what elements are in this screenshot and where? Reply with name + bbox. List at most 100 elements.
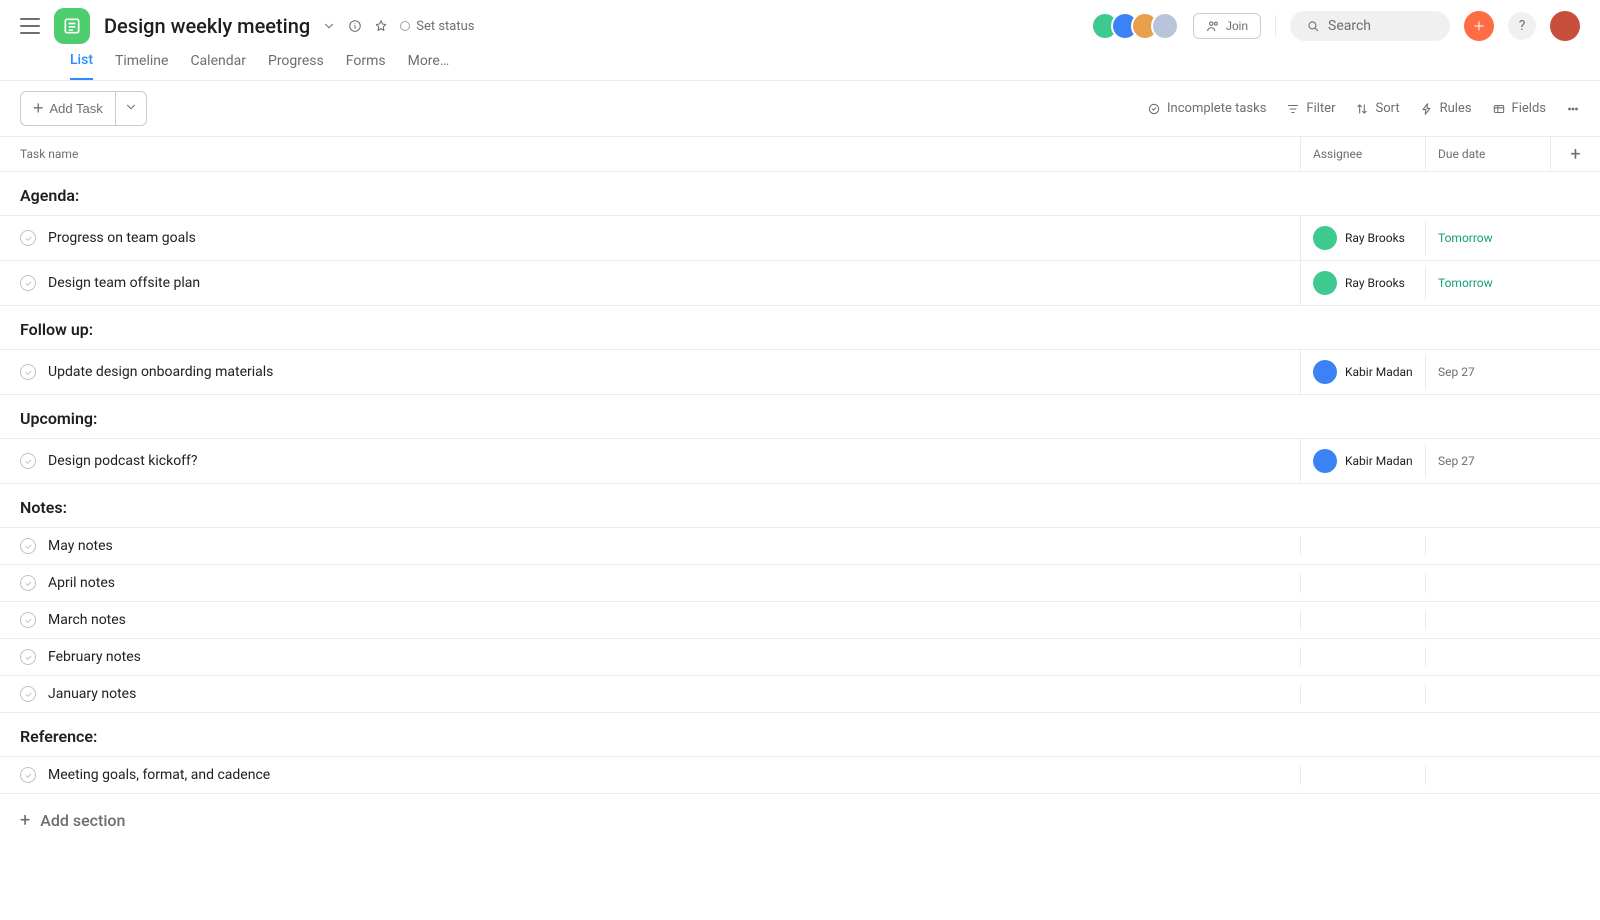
help-button[interactable]: ? (1508, 12, 1536, 40)
fields-button[interactable]: Fields (1492, 101, 1546, 116)
task-row[interactable]: Progress on team goals Ray BrooksTomorrow (0, 215, 1600, 261)
quick-add-button[interactable] (1464, 11, 1494, 41)
task-row[interactable]: Meeting goals, format, and cadence (0, 756, 1600, 794)
column-assignee[interactable]: Assignee (1300, 137, 1425, 171)
tab-list[interactable]: List (70, 52, 93, 80)
section-header[interactable]: Reference: (0, 713, 1600, 756)
task-row[interactable]: January notes (0, 676, 1600, 713)
due-date-cell[interactable]: Sep 27 (1425, 444, 1550, 478)
assignee-name: Ray Brooks (1345, 276, 1405, 290)
add-task-group: + Add Task (20, 91, 147, 126)
complete-checkbox[interactable] (20, 649, 36, 665)
user-avatar[interactable] (1550, 11, 1580, 41)
assignee-cell[interactable] (1300, 647, 1425, 667)
task-row[interactable]: March notes (0, 602, 1600, 639)
due-date-cell[interactable] (1425, 684, 1550, 704)
tab-more[interactable]: More… (408, 53, 450, 79)
task-cell[interactable]: Design team offsite plan (0, 265, 1300, 301)
due-date-cell[interactable] (1425, 573, 1550, 593)
assignee-cell[interactable]: Ray Brooks (1300, 261, 1425, 305)
task-name: January notes (48, 686, 136, 702)
filter-button[interactable]: Filter (1286, 101, 1335, 116)
section-header[interactable]: Agenda: (0, 172, 1600, 215)
complete-checkbox[interactable] (20, 612, 36, 628)
task-row[interactable]: Design podcast kickoff?Kabir Madan Sep 27 (0, 438, 1600, 484)
assignee-cell[interactable] (1300, 610, 1425, 630)
add-task-dropdown[interactable] (116, 91, 147, 126)
task-row[interactable]: April notes (0, 565, 1600, 602)
due-date-cell[interactable]: Sep 27 (1425, 355, 1550, 389)
due-date-cell[interactable] (1425, 765, 1550, 785)
tab-progress[interactable]: Progress (268, 53, 324, 79)
due-date-cell[interactable]: Tomorrow (1425, 266, 1550, 300)
assignee-cell[interactable] (1300, 684, 1425, 704)
task-cell[interactable]: April notes (0, 565, 1300, 601)
rules-button[interactable]: Rules (1420, 101, 1472, 116)
task-cell[interactable]: Meeting goals, format, and cadence (0, 757, 1300, 793)
task-row[interactable]: February notes (0, 639, 1600, 676)
join-button[interactable]: Join (1193, 13, 1261, 39)
section-header[interactable]: Upcoming: (0, 395, 1600, 438)
complete-checkbox[interactable] (20, 767, 36, 783)
add-task-button[interactable]: + Add Task (20, 91, 116, 126)
complete-checkbox[interactable] (20, 575, 36, 591)
task-cell[interactable]: Design podcast kickoff? (0, 443, 1300, 479)
title-dropdown[interactable] (322, 19, 336, 33)
tab-forms[interactable]: Forms (346, 53, 386, 79)
assignee-cell[interactable] (1300, 536, 1425, 556)
collaborator-avatar[interactable] (1151, 12, 1179, 40)
star-icon[interactable] (374, 19, 388, 33)
assignee-cell[interactable] (1300, 765, 1425, 785)
task-cell[interactable]: March notes (0, 602, 1300, 638)
add-section-button[interactable]: + Add section (0, 794, 1600, 861)
column-task-name[interactable]: Task name (0, 137, 1300, 171)
tab-calendar[interactable]: Calendar (190, 53, 246, 79)
add-column-button[interactable]: + (1550, 137, 1600, 171)
info-icon[interactable] (348, 19, 362, 33)
due-date-cell[interactable] (1425, 647, 1550, 667)
complete-checkbox[interactable] (20, 364, 36, 380)
search-input[interactable]: Search (1290, 11, 1450, 41)
complete-checkbox[interactable] (20, 453, 36, 469)
task-name: Progress on team goals (48, 230, 196, 246)
due-date: Sep 27 (1438, 454, 1475, 468)
divider (1275, 15, 1276, 37)
search-placeholder: Search (1328, 18, 1371, 34)
task-name: May notes (48, 538, 113, 554)
more-actions-button[interactable] (1566, 102, 1580, 116)
due-date-cell[interactable] (1425, 610, 1550, 630)
section-header[interactable]: Follow up: (0, 306, 1600, 349)
task-cell[interactable]: Progress on team goals (0, 220, 1300, 256)
assignee-cell[interactable]: Kabir Madan (1300, 439, 1425, 483)
task-row[interactable]: May notes (0, 527, 1600, 565)
task-cell[interactable]: February notes (0, 639, 1300, 675)
assignee-cell[interactable]: Ray Brooks (1300, 216, 1425, 260)
assignee-cell[interactable] (1300, 573, 1425, 593)
complete-checkbox[interactable] (20, 538, 36, 554)
project-icon[interactable] (54, 8, 90, 44)
table-header: Task name Assignee Due date + (0, 136, 1600, 172)
column-due-date[interactable]: Due date (1425, 137, 1550, 171)
due-date-cell[interactable] (1425, 536, 1550, 556)
sort-button[interactable]: Sort (1355, 101, 1399, 116)
tab-timeline[interactable]: Timeline (115, 53, 168, 79)
complete-checkbox[interactable] (20, 230, 36, 246)
menu-toggle[interactable] (20, 18, 40, 34)
task-cell[interactable]: January notes (0, 676, 1300, 712)
search-icon (1306, 19, 1320, 33)
complete-checkbox[interactable] (20, 686, 36, 702)
section-header[interactable]: Notes: (0, 484, 1600, 527)
collaborator-avatars[interactable] (1099, 12, 1179, 40)
task-row[interactable]: Design team offsite plan Ray Brooks Tomorr… (0, 261, 1600, 306)
task-name: April notes (48, 575, 115, 591)
assignee-cell[interactable]: Kabir Madan (1300, 350, 1425, 394)
task-cell[interactable]: May notes (0, 528, 1300, 564)
set-status-button[interactable]: Set status (400, 19, 474, 34)
task-cell[interactable]: Update design onboarding materials (0, 354, 1300, 390)
plus-icon: + (20, 810, 30, 831)
filter-label: Filter (1306, 101, 1335, 116)
incomplete-tasks-filter[interactable]: Incomplete tasks (1147, 101, 1266, 116)
task-row[interactable]: Update design onboarding materialsKabir … (0, 349, 1600, 395)
due-date-cell[interactable]: Tomorrow (1425, 221, 1550, 255)
complete-checkbox[interactable] (20, 275, 36, 291)
